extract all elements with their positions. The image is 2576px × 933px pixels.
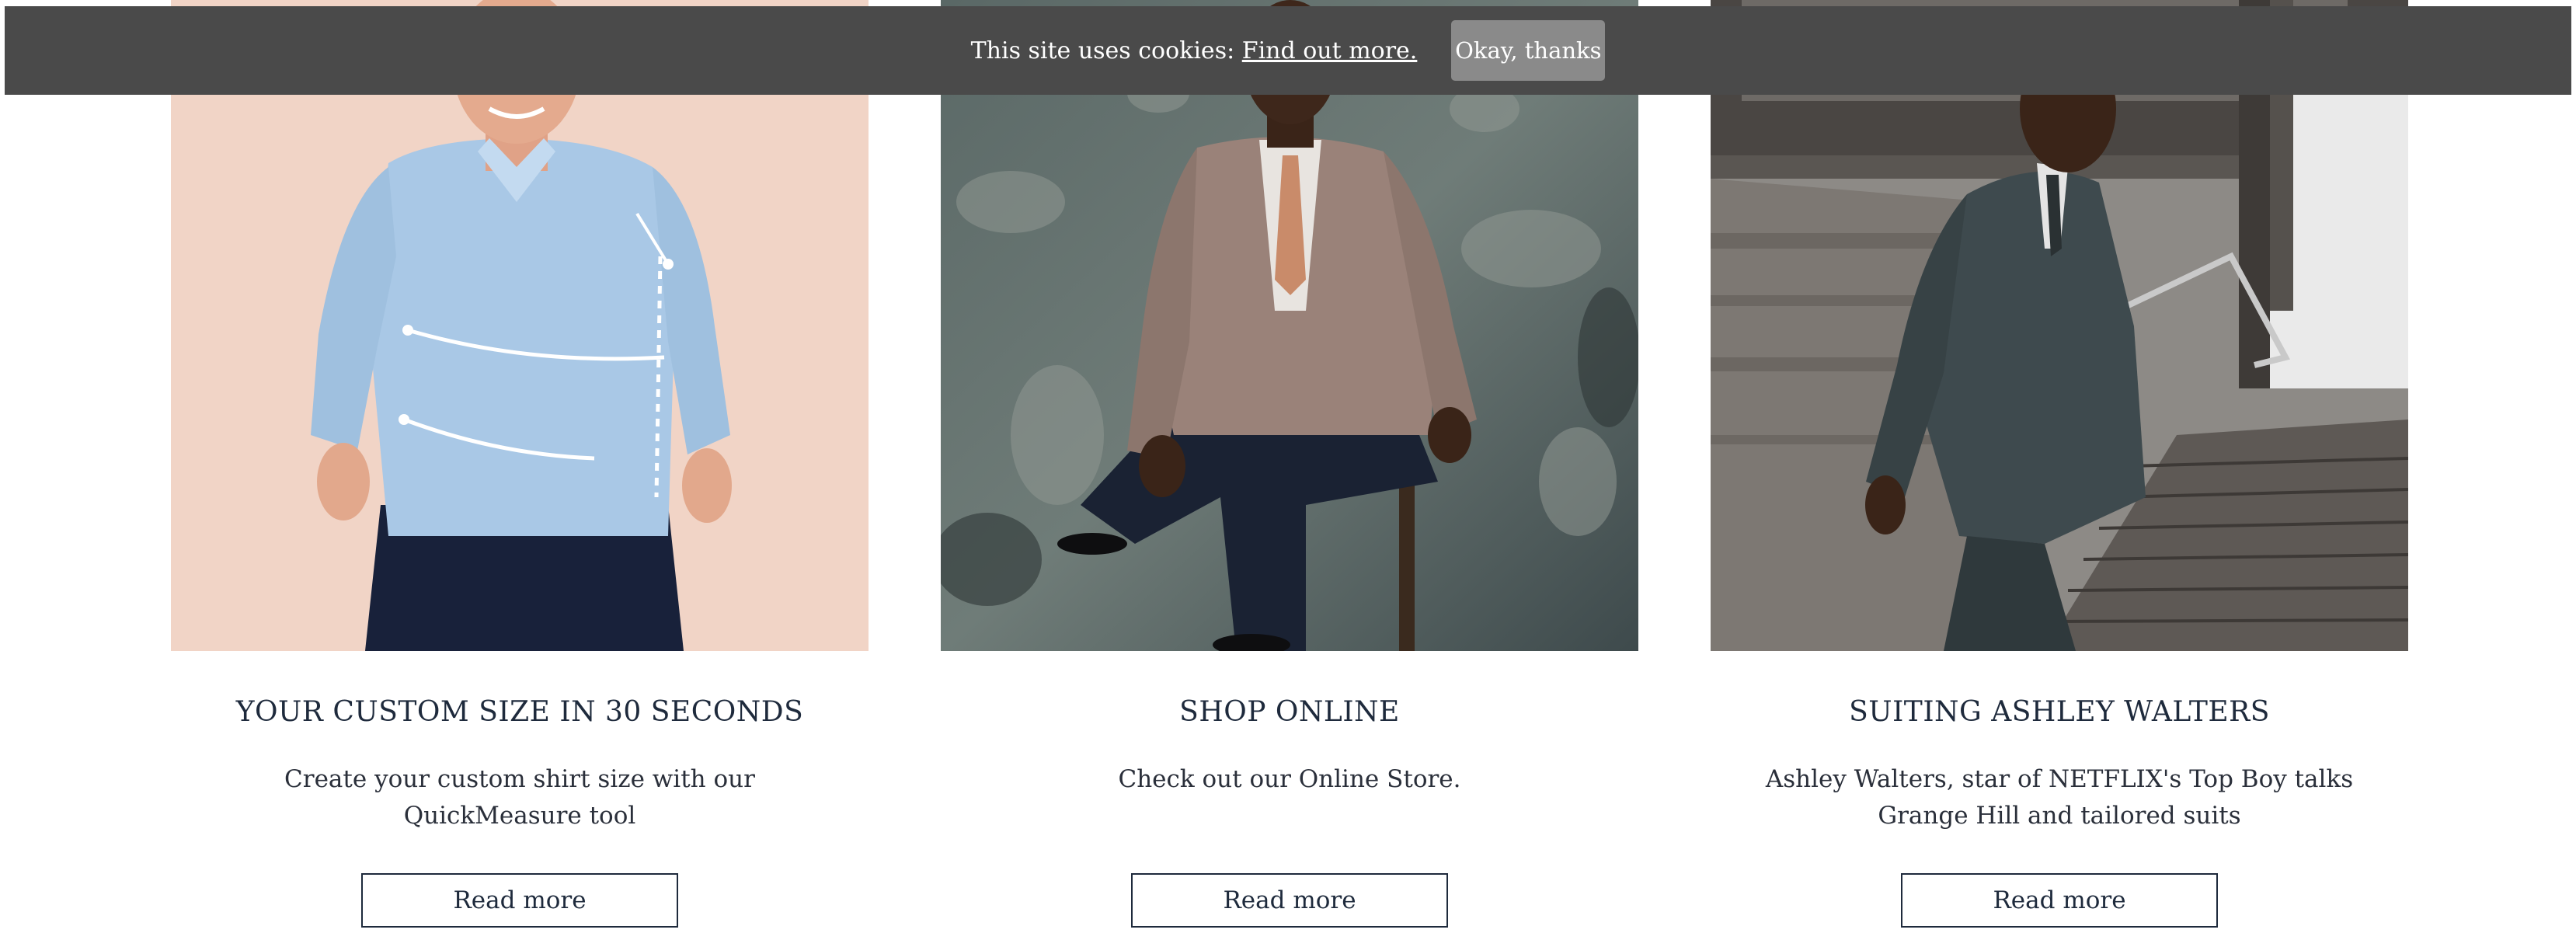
card-image-blazer-model[interactable] bbox=[941, 0, 1638, 651]
card-image-suit-model[interactable] bbox=[1711, 0, 2408, 651]
card-description: Ashley Walters, star of NETFLIX's Top Bo… bbox=[1765, 765, 2354, 830]
cookie-accept-button[interactable]: Okay, thanks bbox=[1451, 20, 1606, 81]
page: This site uses cookies: Find out more. O… bbox=[0, 0, 2576, 933]
cookie-message-line: This site uses cookies: Find out more. bbox=[971, 37, 1418, 64]
read-more-button[interactable]: Read more bbox=[361, 873, 678, 928]
shirt-model-photo bbox=[171, 0, 869, 651]
card-description: Create your custom shirt size with our Q… bbox=[284, 765, 755, 830]
card-description: Check out our Online Store. bbox=[1118, 765, 1461, 793]
blazer-model-photo bbox=[941, 0, 1638, 651]
cookie-banner: This site uses cookies: Find out more. O… bbox=[5, 6, 2571, 95]
cookie-find-out-more-link[interactable]: Find out more. bbox=[1242, 37, 1418, 64]
cookie-message: This site uses cookies: bbox=[970, 37, 1235, 64]
suit-model-stairs-photo bbox=[1711, 0, 2408, 651]
read-more-button[interactable]: Read more bbox=[1131, 873, 1448, 928]
card-shop-online: SHOP ONLINE Check out our Online Store. … bbox=[941, 0, 1638, 928]
read-more-button[interactable]: Read more bbox=[1901, 873, 2218, 928]
card-title: SUITING ASHLEY WALTERS bbox=[1849, 696, 2270, 728]
card-image-shirt-model[interactable] bbox=[171, 0, 869, 651]
card-title: YOUR CUSTOM SIZE IN 30 SECONDS bbox=[235, 696, 804, 728]
card-custom-size: YOUR CUSTOM SIZE IN 30 SECONDS Create yo… bbox=[171, 0, 869, 928]
card-suiting-ashley-walters: SUITING ASHLEY WALTERS Ashley Walters, s… bbox=[1711, 0, 2408, 928]
card-title: SHOP ONLINE bbox=[1179, 696, 1400, 728]
